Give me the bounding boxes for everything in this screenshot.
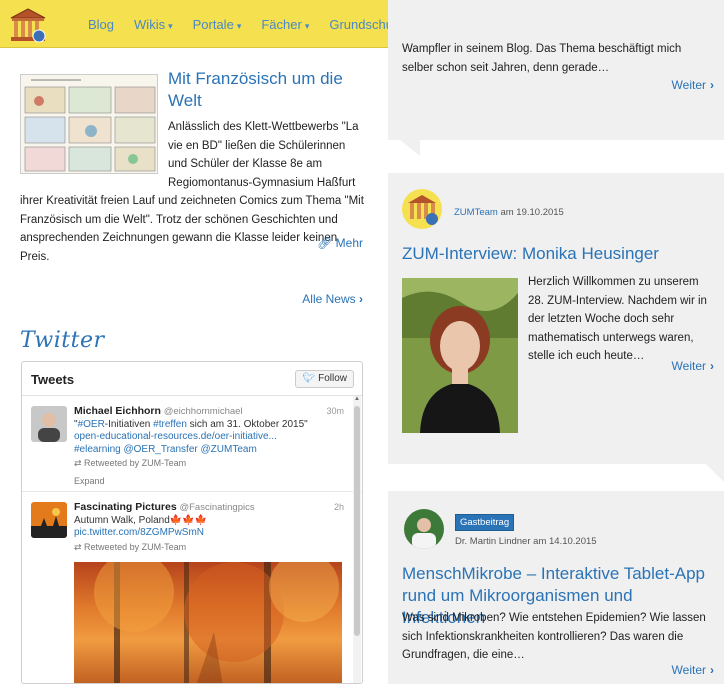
more-label: Mehr [335, 236, 363, 250]
card-notch [400, 140, 420, 156]
nav-item-wikis[interactable]: Wikis ▾ [134, 17, 173, 32]
weiter-link[interactable]: Weiter › [672, 359, 714, 373]
retweet-label: Retweeted by ZUM-Team [84, 541, 187, 552]
tweet-time[interactable]: 2h [334, 501, 344, 514]
tweet-text-part: -Initiativen [104, 418, 154, 430]
nav-item-label: Fächer [261, 16, 302, 32]
caret-down-icon: ▾ [168, 20, 173, 31]
follow-button[interactable]: 🐦︎ Follow [295, 370, 354, 388]
tweet-body: Michael Eichhorn @eichhornmichael 30m "#… [74, 405, 344, 487]
post-date-sep: am [500, 207, 514, 218]
scroll-up-icon[interactable]: ▲ [353, 396, 361, 402]
nav-item-fächer[interactable]: Fächer ▾ [261, 17, 309, 32]
hashtag[interactable]: #OER [78, 419, 105, 430]
tweet-text-part: sich am 31. Oktober 2015" [186, 418, 308, 430]
tweet-handle[interactable]: @Fascinatingpics [179, 502, 254, 513]
follow-label: Follow [318, 373, 347, 384]
tweet-author[interactable]: Fascinating Pictures [74, 501, 177, 513]
post-meta: Dr. Martin Lindner am 14.10.2015 [455, 536, 597, 547]
news-text: Anlässlich des Klett-Wettbewerbs "La vie… [20, 118, 365, 266]
nav-item-label: Portale [192, 16, 234, 32]
card-notch [706, 464, 724, 482]
twitter-bird-icon: 🐦︎ [302, 373, 316, 384]
weiter-label: Weiter [671, 78, 706, 92]
retweet-info: ⇄ Retweeted by ZUM-Team [74, 457, 344, 470]
nav-item-blog[interactable]: Blog [88, 17, 114, 32]
more-link[interactable]: 🔗︎ Mehr [317, 236, 363, 250]
weiter-link[interactable]: Weiter › [672, 663, 714, 677]
avatar[interactable] [31, 502, 67, 538]
tweet-photo-autumn-forest[interactable] [74, 562, 342, 683]
post-author[interactable]: Dr. Martin Lindner [455, 536, 531, 547]
interview-portrait-photo[interactable] [402, 278, 518, 433]
nav-item-portale[interactable]: Portale ▾ [193, 17, 242, 32]
chevron-right-icon: › [359, 292, 363, 306]
weiter-label: Weiter [671, 359, 706, 373]
tweet-author[interactable]: Michael Eichhorn [74, 405, 161, 417]
tweet-time[interactable]: 30m [326, 405, 344, 418]
card-text: Wampfler in seinem Blog. Das Thema besch… [402, 43, 682, 74]
blog-card-guest: Gastbeitrag Dr. Martin Lindner am 14.10.… [388, 491, 724, 684]
twitter-heading: Twitter [20, 328, 105, 353]
twitter-widget-header: Tweets 🐦︎ Follow [22, 362, 362, 396]
chevron-right-icon: › [710, 663, 714, 677]
retweet-icon: ⇄ [74, 458, 85, 468]
caret-down-icon: ▾ [236, 20, 242, 31]
tweet-body: Fascinating Pictures @Fascinatingpics 2h… [74, 501, 344, 553]
tweet-link[interactable]: open-educational-resources.de/oer-initia… [74, 431, 344, 444]
news-teaser: Mit Französisch um die Welt Anlässlich d… [20, 56, 365, 316]
tweet-tags[interactable]: #elearning @OER_Transfer @ZUMTeam [74, 444, 344, 457]
post-date: 19.10.2015 [516, 207, 564, 218]
hashtag[interactable]: #treffen [153, 419, 187, 430]
card-text: Was sind Mikroben? Wie entstehen Epidemi… [402, 612, 706, 661]
news-rest: ihrer Kreativität freien Lauf und zeichn… [20, 195, 364, 263]
avatar[interactable] [402, 189, 442, 229]
tweet-text: Autumn Walk, Poland🍁🍁🍁 [74, 514, 208, 526]
chevron-right-icon: › [710, 359, 714, 373]
chevron-right-icon: › [710, 78, 714, 92]
retweet-label: Retweeted by ZUM-Team [84, 458, 187, 468]
retweet-icon: ⇄ [74, 541, 85, 552]
post-date: 14.10.2015 [549, 536, 597, 547]
post-meta: ZUMTeam am 19.10.2015 [454, 207, 564, 218]
tweet[interactable]: Michael Eichhorn @eichhornmichael 30m "#… [22, 396, 362, 492]
blog-card-interview: ZUMTeam am 19.10.2015 ZUM-Interview: Mon… [388, 173, 724, 464]
all-news-label: Alle News [302, 292, 356, 306]
avatar[interactable] [31, 406, 67, 442]
weiter-link[interactable]: Weiter › [672, 78, 714, 92]
news-intro: Anlässlich des Klett-Wettbewerbs "La vie… [168, 121, 359, 189]
twitter-widget: Tweets 🐦︎ Follow Michael Eichhorn @eichho… [21, 361, 363, 684]
weiter-label: Weiter [671, 663, 706, 677]
scrollbar[interactable]: ▲ [353, 396, 361, 683]
link-icon: 🔗︎ [317, 236, 333, 250]
tweets-label: Tweets [31, 372, 75, 387]
tweet-handle[interactable]: @eichhornmichael [164, 406, 243, 417]
card-text: Herzlich Willkommen zu unserem 28. ZUM-I… [528, 276, 707, 362]
tweet-text: "#OER-Initiativen #treffen sich am 31. O… [74, 419, 344, 432]
zum-logo-icon[interactable] [8, 6, 48, 44]
caret-down-icon: ▾ [304, 20, 310, 31]
avatar[interactable] [404, 509, 444, 549]
nav-item-label: Blog [88, 16, 115, 32]
retweet-info: ⇄ Retweeted by ZUM-Team [74, 541, 344, 554]
gastbeitrag-badge[interactable]: Gastbeitrag [455, 514, 515, 531]
tweet-link[interactable]: pic.twitter.com/8ZGMPwSmN [74, 527, 344, 540]
news-title[interactable]: Mit Französisch um die Welt [168, 68, 363, 112]
all-news-link[interactable]: Alle News › [302, 292, 363, 306]
expand-link[interactable]: Expand [74, 475, 344, 488]
post-author[interactable]: ZUMTeam [454, 207, 498, 218]
post-title[interactable]: ZUM-Interview: Monika Heusinger [402, 243, 714, 265]
nav-item-label: Wikis [134, 16, 166, 32]
blog-card-top: Wampfler in seinem Blog. Das Thema besch… [388, 0, 724, 140]
scrollbar-thumb[interactable] [354, 406, 360, 636]
post-date-sep: am [533, 536, 547, 547]
